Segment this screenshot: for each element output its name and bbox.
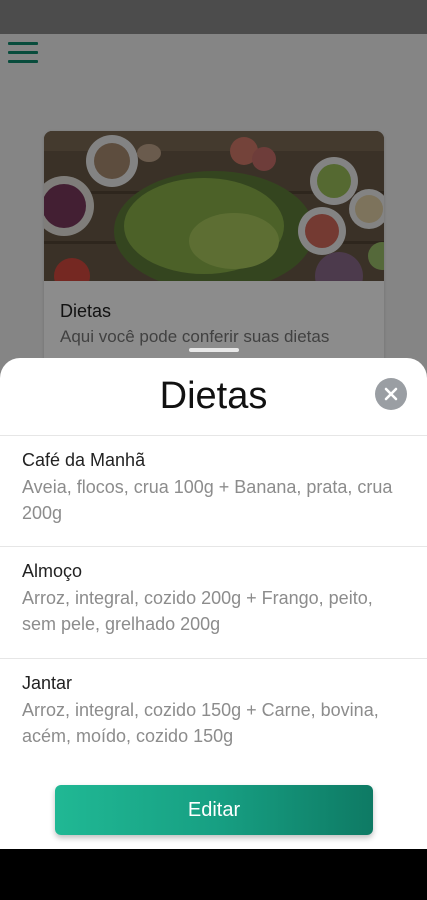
meal-item[interactable]: Café da Manhã Aveia, flocos, crua 100g +… — [22, 448, 407, 526]
divider — [0, 546, 427, 547]
meal-item[interactable]: Jantar Arroz, integral, cozido 150g + Ca… — [22, 671, 407, 749]
divider — [0, 435, 427, 436]
diet-bottom-sheet: Dietas Café da Manhã Aveia, flocos, crua… — [0, 358, 427, 849]
sheet-title: Dietas — [159, 375, 268, 417]
meal-name: Almoço — [22, 561, 83, 581]
meal-description: Arroz, integral, cozido 150g + Carne, bo… — [22, 700, 379, 746]
meal-item[interactable]: Almoço Arroz, integral, cozido 200g + Fr… — [22, 559, 407, 637]
meal-name: Café da Manhã — [22, 450, 146, 470]
edit-button[interactable]: Editar — [55, 785, 373, 835]
sheet-drag-handle[interactable] — [189, 348, 239, 352]
navigation-bar — [0, 849, 427, 900]
meal-description: Arroz, integral, cozido 200g + Frango, p… — [22, 588, 373, 634]
meal-description: Aveia, flocos, crua 100g + Banana, prata… — [22, 477, 393, 523]
app-screen: Dietas Aqui você pode conferir suas diet… — [0, 0, 427, 849]
divider — [0, 658, 427, 659]
meal-name: Jantar — [22, 673, 73, 693]
close-icon[interactable] — [375, 378, 407, 410]
